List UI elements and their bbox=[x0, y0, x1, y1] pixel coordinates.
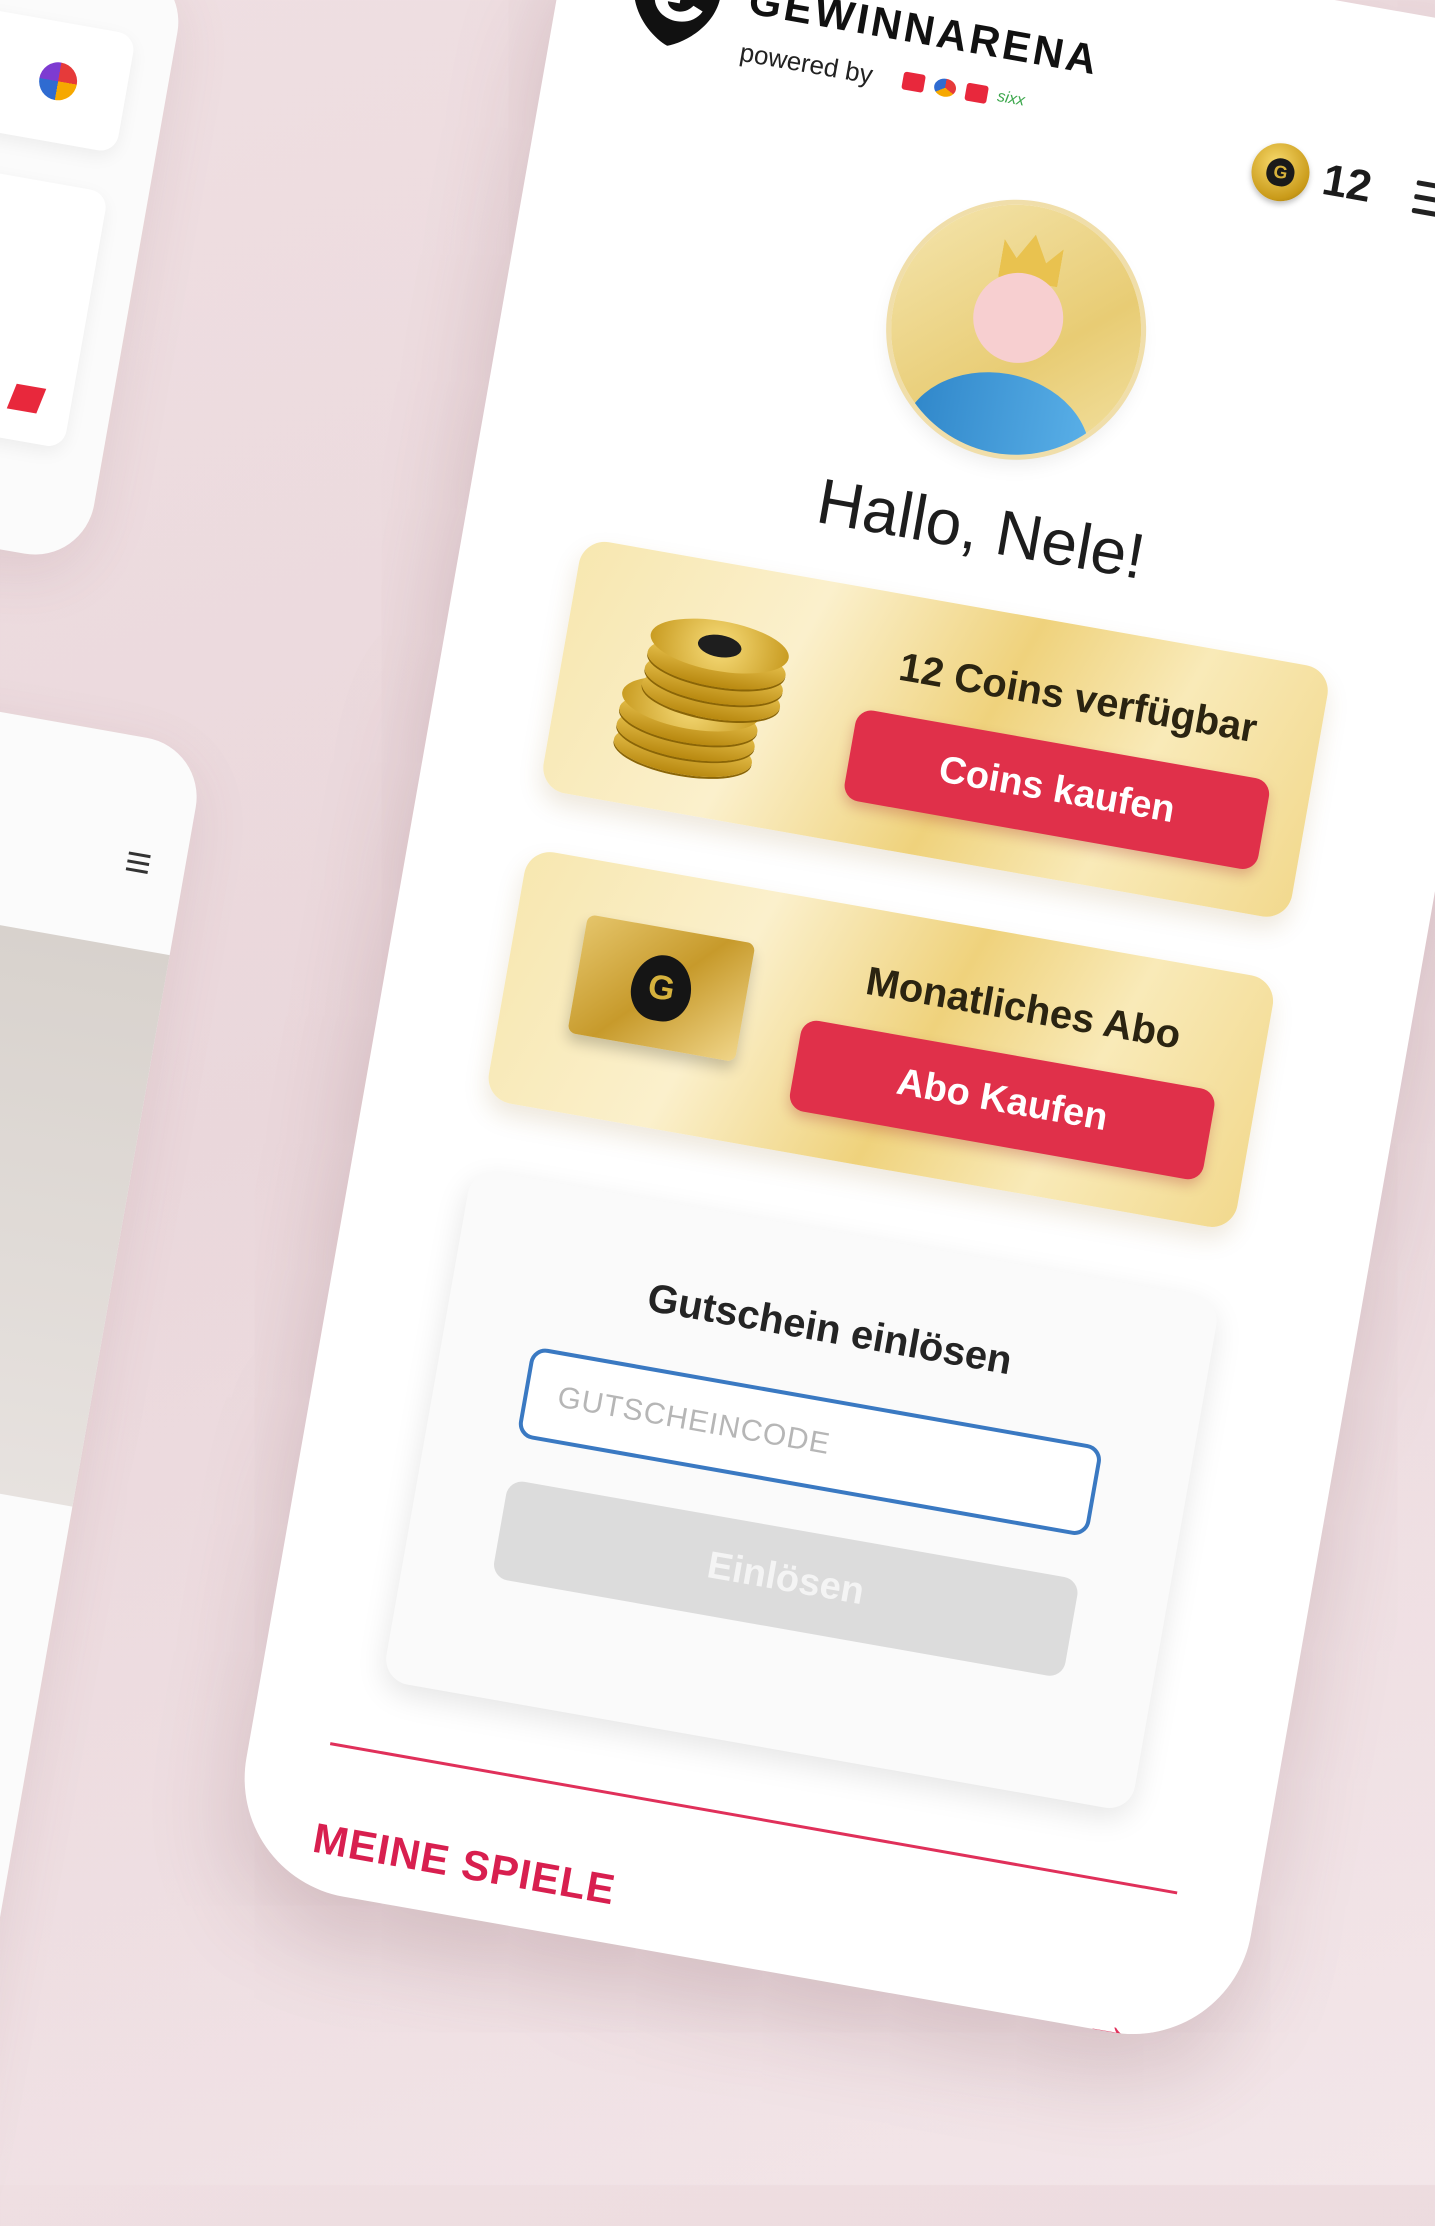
brand-g-icon: G bbox=[626, 950, 697, 1026]
coin-count: 12 bbox=[1318, 155, 1376, 212]
brand-subtitle: powered by bbox=[737, 36, 876, 90]
gold-membership-card-icon: G bbox=[567, 914, 756, 1062]
brand-g-icon bbox=[634, 0, 722, 46]
background-menu-icon bbox=[125, 847, 152, 879]
avatar[interactable] bbox=[871, 184, 1161, 475]
coin-stack-icon bbox=[609, 588, 793, 787]
pro7-logo-icon bbox=[901, 71, 926, 93]
background-card-header bbox=[0, 0, 137, 154]
arrow-right-icon: → bbox=[1078, 1991, 1138, 2054]
background-card-bottom bbox=[0, 654, 207, 2226]
kabel1-logo-icon bbox=[964, 82, 989, 105]
voucher-panel: Gutschein einlösen Einlösen bbox=[382, 1168, 1221, 1813]
background-card-panel bbox=[0, 112, 109, 449]
brand-header[interactable]: GEWINNARENA powered by sixx bbox=[613, 0, 1230, 185]
app-screen: GEWINNARENA powered by sixx G 12 Hallo, … bbox=[226, 0, 1435, 2054]
avatar-body bbox=[888, 357, 1102, 475]
coin-balance[interactable]: G 12 bbox=[1246, 138, 1435, 236]
subscription-card: G Monatliches Abo Abo Kaufen bbox=[484, 847, 1278, 1232]
phone-frame: GEWINNARENA powered by sixx G 12 Hallo, … bbox=[225, 0, 1435, 2054]
background-card-top bbox=[0, 0, 188, 565]
sat1-logo-icon bbox=[932, 76, 958, 99]
sixx-logo: sixx bbox=[995, 88, 1026, 110]
pro7-logo-icon bbox=[6, 383, 47, 414]
sponsor-logos: sixx bbox=[901, 71, 1026, 110]
menu-icon[interactable] bbox=[1410, 171, 1435, 233]
my-games-label: MEINE SPIELE bbox=[309, 1814, 620, 1914]
coin-icon: G bbox=[1246, 138, 1315, 206]
my-account-label: ZU MEINEM KONTO bbox=[280, 1981, 696, 2054]
background-photo bbox=[0, 861, 170, 1507]
sat1-logo-icon bbox=[36, 59, 81, 104]
